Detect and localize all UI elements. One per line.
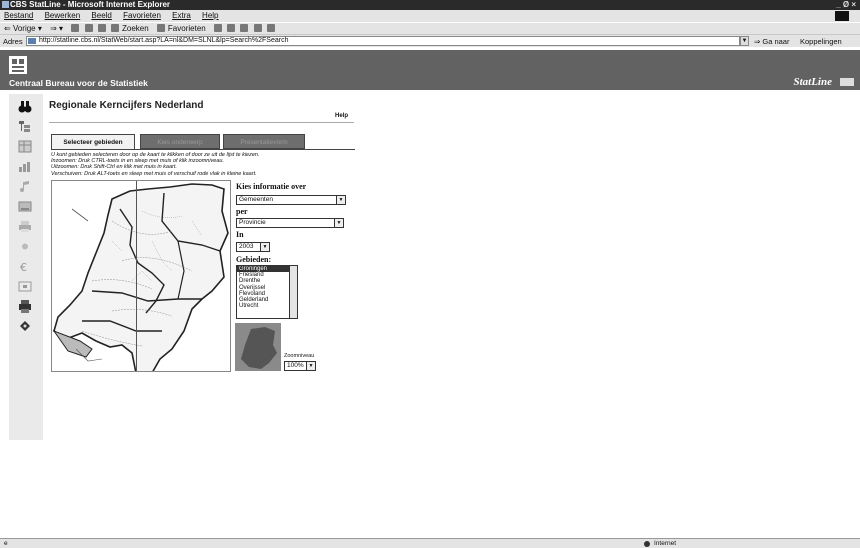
menu-help[interactable]: Help xyxy=(202,11,218,20)
windows-logo-icon xyxy=(835,11,849,21)
map-drawing[interactable] xyxy=(52,181,231,372)
menu-bestand[interactable]: Bestand xyxy=(4,11,33,20)
mail-icon[interactable] xyxy=(227,24,236,32)
cbs-logo-icon[interactable] xyxy=(9,56,27,74)
svg-text:€: € xyxy=(20,261,27,273)
instruction-line: Verschuiven: Druk ALT-toets en sleep met… xyxy=(51,170,257,177)
tree-icon[interactable] xyxy=(18,120,32,133)
menu-favorieten[interactable]: Favorieten xyxy=(123,11,161,20)
disk-icon[interactable] xyxy=(18,320,32,333)
per-label: per xyxy=(236,207,248,216)
zoom-select[interactable]: 100% ▼ xyxy=(284,361,316,371)
home-icon[interactable] xyxy=(97,24,106,32)
refresh-icon[interactable] xyxy=(84,24,93,32)
chevron-down-icon: ▼ xyxy=(334,219,343,227)
zoom-label: Zoomniveau xyxy=(284,353,315,359)
listbox-scrollbar[interactable] xyxy=(289,266,297,318)
binoculars-icon[interactable] xyxy=(18,100,32,113)
edit-icon[interactable] xyxy=(253,24,262,32)
go-button[interactable]: ⇒ Ga naar xyxy=(754,35,789,48)
discuss-icon[interactable] xyxy=(266,24,275,32)
print-toolbar-icon[interactable] xyxy=(240,24,249,32)
forward-button[interactable]: ⇒ ▾ xyxy=(50,24,63,33)
chevron-down-icon: ▼ xyxy=(260,243,269,251)
menu-bar: Bestand Bewerken Beeld Favorieten Extra … xyxy=(0,10,860,22)
tab-underline xyxy=(51,149,355,150)
music-icon[interactable] xyxy=(18,180,32,193)
kies-select[interactable]: Gemeenten ▼ xyxy=(236,195,346,205)
statline-logo-icon xyxy=(840,78,854,86)
gebieden-listbox[interactable]: Groningen Friesland Drenthe Overijssel F… xyxy=(236,265,298,319)
site-header: Centraal Bureau voor de Statistiek StatL… xyxy=(0,50,860,90)
settings-icon[interactable] xyxy=(18,240,32,253)
chevron-down-icon: ▼ xyxy=(306,362,315,370)
search-icon xyxy=(111,24,119,32)
list-item[interactable]: Utrecht xyxy=(237,303,297,309)
page-icon xyxy=(28,38,36,44)
per-select-value: Provincie xyxy=(239,219,266,226)
tab-kies-onderwerp[interactable]: Kies onderwerp xyxy=(140,134,220,149)
back-button[interactable]: ⇐ Vorige ▾ xyxy=(4,24,42,33)
ie-icon xyxy=(2,1,9,8)
window-controls[interactable]: _ Ø × xyxy=(836,0,856,10)
save-icon[interactable] xyxy=(18,200,32,213)
address-input[interactable]: http://statline.cbs.nl/StatWeb/start.asp… xyxy=(26,36,740,46)
divider xyxy=(49,122,354,123)
favorites-button[interactable]: Favorieten xyxy=(156,24,206,33)
zoom-select-value: 100% xyxy=(287,362,304,369)
kies-label: Kies informatie over xyxy=(236,182,307,191)
tab-presentatievorm[interactable]: Presentatievorm xyxy=(223,134,305,149)
address-label: Adres xyxy=(3,37,23,46)
instructions: U kunt gebieden selecteren door op de ka… xyxy=(51,152,356,177)
year-select[interactable]: 2003 ▼ xyxy=(236,242,270,252)
stop-icon[interactable] xyxy=(71,24,80,32)
map-section-line xyxy=(136,181,137,371)
overview-minimap[interactable] xyxy=(235,323,281,371)
toolbar: ⇐ Vorige ▾ ⇒ ▾ Zoeken Favorieten xyxy=(0,22,860,34)
window-title-bar: CBS StatLine - Microsoft Internet Explor… xyxy=(0,0,860,10)
printer-icon[interactable] xyxy=(18,300,32,313)
menu-bewerken[interactable]: Bewerken xyxy=(45,11,81,20)
gebieden-label: Gebieden: xyxy=(236,255,272,264)
search-button[interactable]: Zoeken xyxy=(111,24,149,33)
menu-beeld[interactable]: Beeld xyxy=(91,11,111,20)
window-title: CBS StatLine - Microsoft Internet Explor… xyxy=(10,0,171,9)
history-icon[interactable] xyxy=(213,24,222,32)
chevron-down-icon: ▼ xyxy=(336,196,345,204)
print-icon[interactable] xyxy=(18,220,32,233)
address-dropdown-button[interactable]: ▼ xyxy=(740,36,749,46)
box-icon[interactable] xyxy=(18,280,32,293)
zone-label: Internet xyxy=(654,540,677,547)
left-nav: € xyxy=(9,94,43,440)
page-title: Regionale Kerncijfers Nederland xyxy=(49,100,204,111)
statline-brand: StatLine xyxy=(793,76,832,88)
site-name[interactable]: Centraal Bureau voor de Statistiek xyxy=(9,78,148,88)
in-label: In xyxy=(236,230,244,239)
address-bar: Adres http://statline.cbs.nl/StatWeb/sta… xyxy=(0,34,860,47)
netherlands-map[interactable] xyxy=(51,180,231,372)
status-bar: e Internet xyxy=(0,538,860,548)
tab-selecteer-gebieden[interactable]: Selecteer gebieden xyxy=(51,134,135,149)
year-select-value: 2003 xyxy=(239,243,254,250)
help-link[interactable]: Help xyxy=(335,113,348,119)
internet-zone-icon xyxy=(644,541,650,547)
eurosign-icon[interactable]: € xyxy=(18,260,32,273)
table-icon[interactable] xyxy=(18,140,32,153)
favorites-icon xyxy=(156,24,165,32)
per-select[interactable]: Provincie ▼ xyxy=(236,218,344,228)
page-status-icon: e xyxy=(4,540,8,547)
links-button[interactable]: Koppelingen xyxy=(800,35,842,48)
menu-extra[interactable]: Extra xyxy=(172,11,191,20)
chart-icon[interactable] xyxy=(18,160,32,173)
kies-select-value: Gemeenten xyxy=(239,196,273,203)
minimap-drawing xyxy=(241,327,277,369)
address-url: http://statline.cbs.nl/StatWeb/start.asp… xyxy=(39,37,289,44)
